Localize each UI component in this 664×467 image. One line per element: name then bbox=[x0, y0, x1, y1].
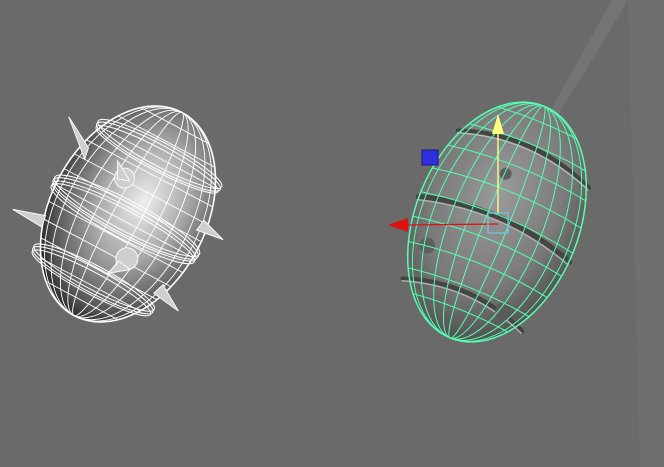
3d-viewport[interactable] bbox=[0, 0, 664, 467]
plane-move-handle[interactable] bbox=[421, 149, 439, 166]
viewport-canvas[interactable] bbox=[0, 0, 664, 467]
spiked-egg-wireframe[interactable] bbox=[0, 64, 267, 361]
